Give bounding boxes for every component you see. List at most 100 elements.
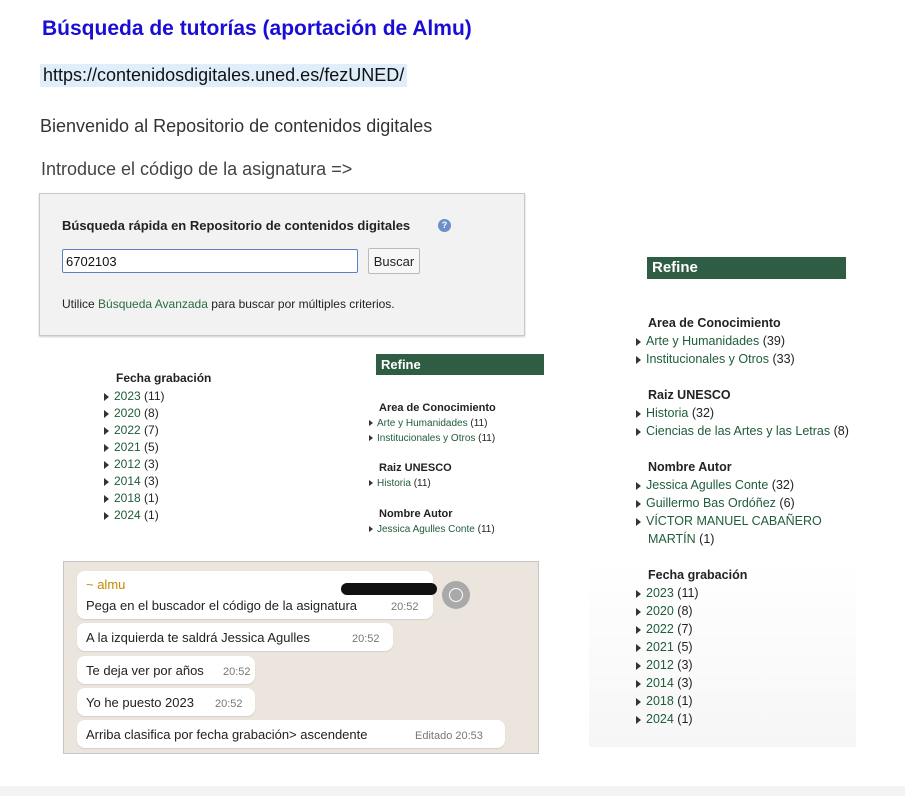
year-link[interactable]: 2018: [114, 491, 141, 505]
expand-triangle-icon: [636, 715, 641, 724]
message-text: Pega en el buscador el código de la asig…: [86, 598, 358, 613]
list-item[interactable]: MARTÍN (1): [636, 530, 849, 548]
list-item[interactable]: 2023 (11): [104, 388, 165, 405]
facet-link[interactable]: Jessica Agulles Conte: [377, 524, 475, 535]
area-list-right: Arte y Humanidades (39) Institucionales …: [636, 332, 849, 368]
list-item[interactable]: 2020 (8): [636, 602, 849, 620]
facet-count: (11): [478, 433, 496, 444]
facet-link[interactable]: VÍCTOR MANUEL CABAÑERO: [646, 514, 822, 528]
year-link[interactable]: 2022: [114, 423, 141, 437]
year-link[interactable]: 2022: [646, 622, 674, 636]
list-item[interactable]: 2018 (1): [104, 490, 165, 507]
facet-count: (11): [413, 478, 431, 489]
emoji-icon[interactable]: [442, 581, 470, 609]
list-item[interactable]: 2018 (1): [636, 692, 849, 710]
expand-triangle-icon: [104, 392, 109, 401]
facet-count: (8): [833, 424, 849, 438]
expand-triangle-icon: [369, 420, 373, 427]
year-link[interactable]: 2018: [646, 694, 674, 708]
expand-triangle-icon: [636, 679, 641, 688]
search-button[interactable]: Buscar: [368, 248, 420, 274]
list-item[interactable]: 2014 (3): [636, 674, 849, 692]
facet-link[interactable]: Institucionales y Otros: [646, 352, 769, 366]
facet-link[interactable]: Institucionales y Otros: [377, 433, 475, 444]
list-item[interactable]: 2012 (3): [104, 456, 165, 473]
list-item[interactable]: 2020 (8): [104, 405, 165, 422]
year-link[interactable]: 2023: [646, 586, 674, 600]
list-item[interactable]: 2024 (1): [636, 710, 849, 728]
list-item[interactable]: 2014 (3): [104, 473, 165, 490]
welcome-text: Bienvenido al Repositorio de contenidos …: [40, 116, 433, 136]
facet-link[interactable]: Historia: [646, 406, 688, 420]
year-link[interactable]: 2023: [114, 389, 141, 403]
facet-link[interactable]: Ciencias de las Artes y las Letras: [646, 424, 830, 438]
message-text: A la izquierda te saldrá Jessica Agulles: [86, 630, 311, 645]
question-icon[interactable]: ?: [438, 219, 451, 232]
year-link[interactable]: 2021: [646, 640, 674, 654]
list-item[interactable]: Guillermo Bas Ordóñez (6): [636, 494, 849, 512]
list-item[interactable]: Jessica Agulles Conte (32): [636, 476, 849, 494]
message-text: Yo he puesto 2023: [86, 695, 194, 710]
page-title: Búsqueda de tutorías (aportación de Almu…: [42, 17, 472, 40]
facet-count: (11): [477, 524, 495, 535]
year-link[interactable]: 2021: [114, 440, 141, 454]
message-text: Te deja ver por años: [86, 663, 204, 678]
facet-count: (11): [470, 418, 488, 429]
list-item[interactable]: 2012 (3): [636, 656, 849, 674]
year-link[interactable]: 2020: [646, 604, 674, 618]
list-item[interactable]: VÍCTOR MANUEL CABAÑERO: [636, 512, 849, 530]
year-count: (1): [677, 694, 693, 708]
list-item[interactable]: Arte y Humanidades (11): [369, 416, 495, 431]
expand-triangle-icon: [104, 511, 109, 520]
list-item[interactable]: 2021 (5): [104, 439, 165, 456]
refine-header-right: Refine: [647, 257, 846, 279]
list-item[interactable]: 2022 (7): [104, 422, 165, 439]
chat-panel: ~ almu Pega en el buscador el código de …: [63, 561, 539, 754]
unesco-list-right: Historia (32) Ciencias de las Artes y la…: [636, 404, 849, 440]
list-item[interactable]: 2021 (5): [636, 638, 849, 656]
year-count: (1): [144, 508, 159, 522]
facet-link[interactable]: Arte y Humanidades: [377, 418, 468, 429]
year-link[interactable]: 2012: [646, 658, 674, 672]
year-link[interactable]: 2012: [114, 457, 141, 471]
facet-link[interactable]: Guillermo Bas Ordóñez: [646, 496, 776, 510]
list-item[interactable]: 2023 (11): [636, 584, 849, 602]
list-item[interactable]: 2022 (7): [636, 620, 849, 638]
expand-triangle-icon: [636, 409, 641, 418]
list-item[interactable]: Institucionales y Otros (11): [369, 431, 495, 446]
message-time: 20:52: [352, 633, 380, 645]
expand-triangle-icon: [636, 337, 641, 346]
list-item[interactable]: Jessica Agulles Conte (11): [369, 522, 495, 537]
facet-link[interactable]: Jessica Agulles Conte: [646, 478, 768, 492]
redacted-number: [341, 583, 437, 595]
year-link[interactable]: 2024: [646, 712, 674, 726]
facet-link[interactable]: Historia: [377, 478, 411, 489]
facet-count: (39): [762, 334, 785, 348]
year-link[interactable]: 2014: [646, 676, 674, 690]
list-item[interactable]: Institucionales y Otros (33): [636, 350, 849, 368]
year-link[interactable]: 2024: [114, 508, 141, 522]
expand-triangle-icon: [104, 460, 109, 469]
autor-heading-right: Nombre Autor: [648, 460, 732, 474]
year-count: (3): [144, 474, 159, 488]
area-heading-right: Area de Conocimiento: [648, 316, 781, 330]
unesco-heading-mid: Raiz UNESCO: [379, 462, 452, 474]
autor-heading-mid: Nombre Autor: [379, 508, 453, 520]
repository-url[interactable]: https://contenidosdigitales.uned.es/fezU…: [40, 64, 408, 87]
fecha-list: 2023 (11) 2020 (8) 2022 (7) 2021 (5) 201…: [104, 388, 165, 524]
year-link[interactable]: 2014: [114, 474, 141, 488]
list-item[interactable]: 2024 (1): [104, 507, 165, 524]
list-item[interactable]: Arte y Humanidades (39): [636, 332, 849, 350]
facet-link[interactable]: MARTÍN: [648, 532, 696, 546]
year-link[interactable]: 2020: [114, 406, 141, 420]
list-item[interactable]: Historia (32): [636, 404, 849, 422]
facet-count: (32): [771, 478, 795, 492]
expand-triangle-icon: [636, 427, 641, 436]
autor-list-right: Jessica Agulles Conte (32) Guillermo Bas…: [636, 476, 849, 548]
search-input[interactable]: [62, 249, 358, 273]
advanced-search-link[interactable]: Búsqueda Avanzada: [98, 297, 208, 311]
list-item[interactable]: Ciencias de las Artes y las Letras (8): [636, 422, 849, 440]
facet-link[interactable]: Arte y Humanidades: [646, 334, 759, 348]
unesco-heading-right: Raiz UNESCO: [648, 388, 731, 402]
list-item[interactable]: Historia (11): [369, 476, 431, 491]
